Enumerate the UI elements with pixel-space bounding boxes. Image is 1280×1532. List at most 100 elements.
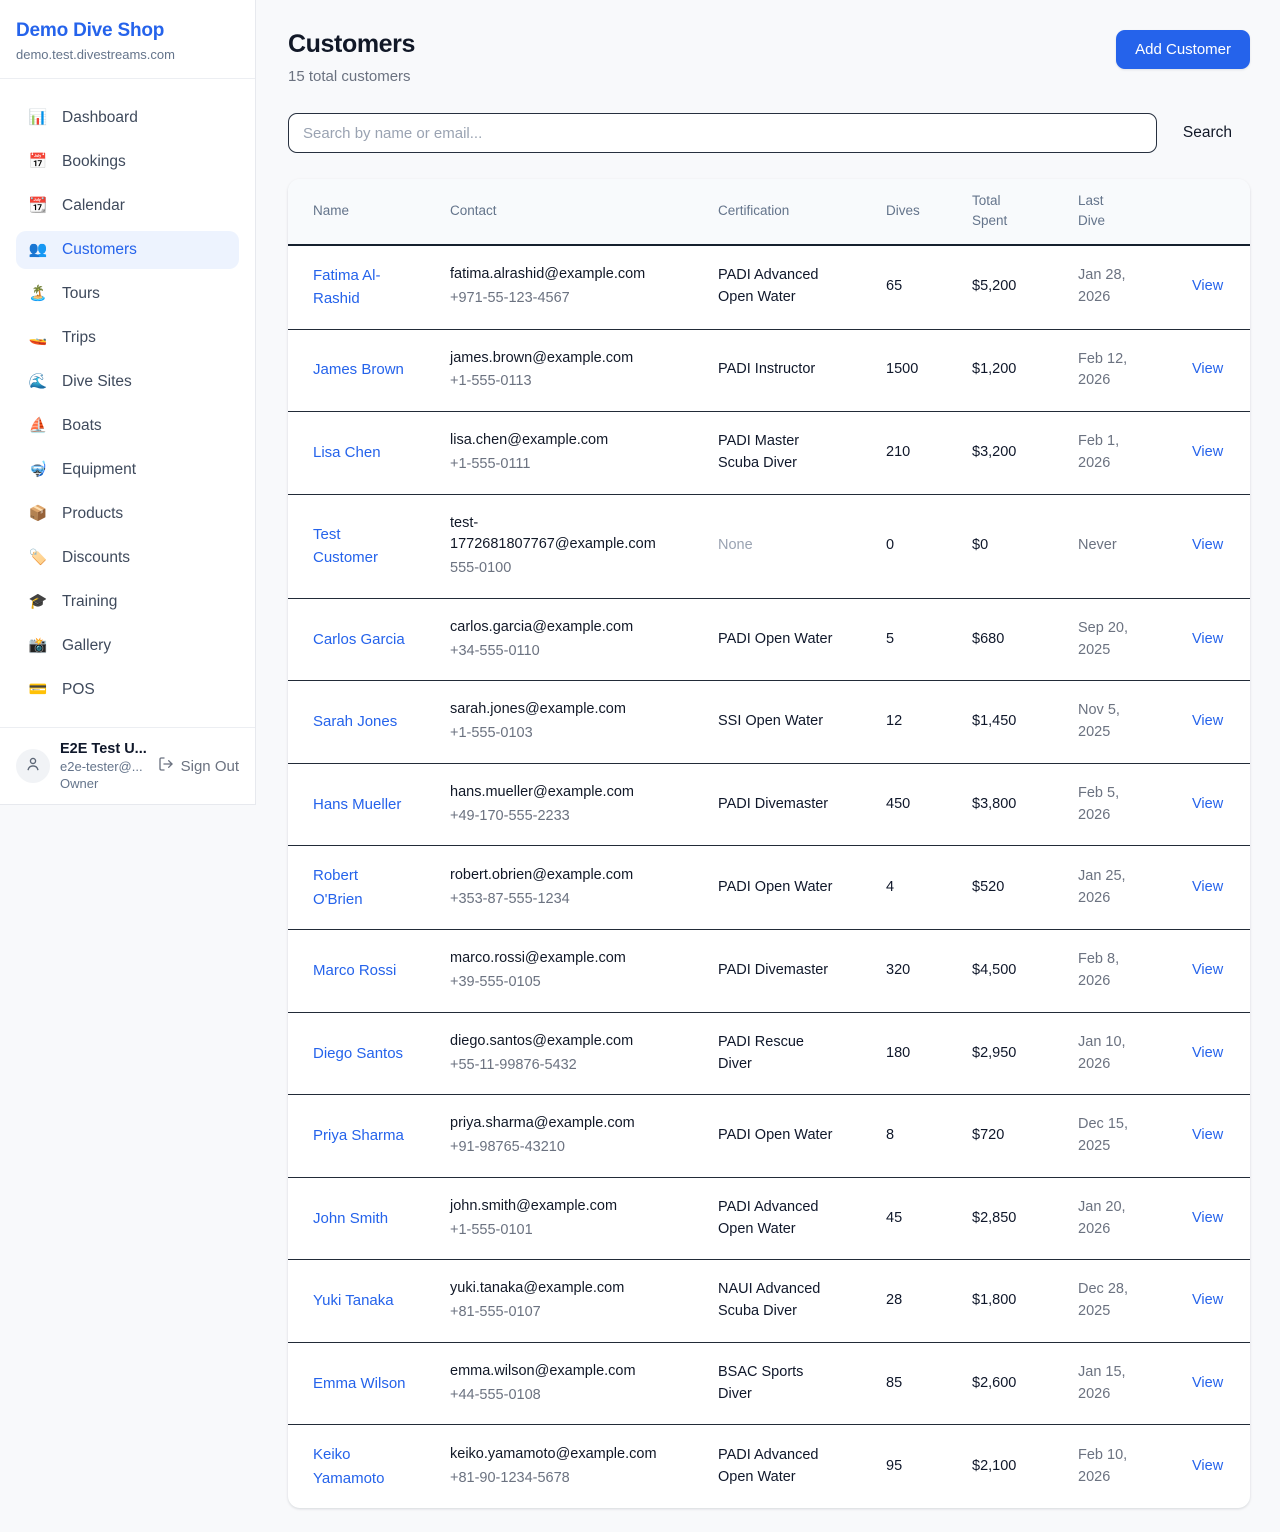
customer-dives: 4 — [874, 846, 960, 930]
customer-phone: +91-98765-43210 — [450, 1137, 694, 1159]
sidebar-item-trips[interactable]: 🚤 Trips — [16, 319, 239, 357]
sidebar-item-calendar[interactable]: 📆 Calendar — [16, 187, 239, 225]
customer-dives: 28 — [874, 1260, 960, 1343]
customer-email: fatima.alrashid@example.com — [450, 264, 645, 286]
search-input[interactable] — [288, 113, 1157, 153]
sign-out-button[interactable]: Sign Out — [158, 756, 239, 776]
column-header-contact: Contact — [438, 179, 706, 245]
customer-email: marco.rossi@example.com — [450, 948, 626, 970]
customer-name-link[interactable]: Keiko Yamamoto — [313, 1443, 409, 1490]
column-header-total-spent: Total Spent — [960, 179, 1066, 245]
wave-icon: 🌊 — [28, 371, 48, 393]
customer-dives: 1500 — [874, 329, 960, 412]
sidebar-item-dashboard[interactable]: 📊 Dashboard — [16, 99, 239, 137]
customer-total-spent: $520 — [960, 846, 1066, 930]
customer-phone: 555-0100 — [450, 558, 694, 580]
view-link[interactable]: View — [1192, 1045, 1223, 1061]
sidebar-item-training[interactable]: 🎓 Training — [16, 583, 239, 621]
table-row: James Brown james.brown@example.com +1-5… — [288, 329, 1250, 412]
customer-name-link[interactable]: Hans Mueller — [313, 793, 401, 816]
customer-phone: +353-87-555-1234 — [450, 889, 694, 911]
table-row: Hans Mueller hans.mueller@example.com +4… — [288, 763, 1250, 846]
column-header-actions — [1164, 179, 1250, 245]
view-link[interactable]: View — [1192, 1292, 1223, 1308]
sidebar-item-equipment[interactable]: 🤿 Equipment — [16, 451, 239, 489]
view-link[interactable]: View — [1192, 631, 1223, 647]
sidebar-item-products[interactable]: 📦 Products — [16, 495, 239, 533]
customer-dives: 210 — [874, 412, 960, 495]
customer-name-link[interactable]: Yuki Tanaka — [313, 1289, 394, 1312]
column-header-name: Name — [288, 179, 438, 245]
customer-last-dive: Sep 20, 2025 — [1066, 598, 1164, 681]
person-icon — [24, 755, 42, 777]
view-link[interactable]: View — [1192, 1458, 1223, 1474]
add-customer-button[interactable]: Add Customer — [1116, 30, 1250, 69]
customer-certification: SSI Open Water — [718, 711, 823, 733]
table-row: Yuki Tanaka yuki.tanaka@example.com +81-… — [288, 1260, 1250, 1343]
sidebar-item-boats[interactable]: ⛵ Boats — [16, 407, 239, 445]
search-button[interactable]: Search — [1157, 124, 1250, 142]
view-link[interactable]: View — [1192, 1210, 1223, 1226]
customer-name-link[interactable]: Test Customer — [313, 523, 409, 570]
customer-total-spent: $5,200 — [960, 245, 1066, 330]
credit-card-icon: 💳 — [28, 679, 48, 701]
customer-phone: +34-555-0110 — [450, 641, 694, 663]
customer-last-dive: Jan 25, 2026 — [1066, 846, 1164, 930]
table-row: Test Customer test-1772681807767@example… — [288, 494, 1250, 598]
table-header-row: Name Contact Certification Dives Total S… — [288, 179, 1250, 245]
customer-certification: PADI Open Water — [718, 877, 832, 899]
customer-name-link[interactable]: Fatima Al-Rashid — [313, 264, 409, 311]
sidebar-item-pos[interactable]: 💳 POS — [16, 671, 239, 709]
customer-name-link[interactable]: Sarah Jones — [313, 710, 397, 733]
sidebar-item-bookings[interactable]: 📅 Bookings — [16, 143, 239, 181]
customer-name-link[interactable]: Diego Santos — [313, 1042, 403, 1065]
table-row: Diego Santos diego.santos@example.com +5… — [288, 1012, 1250, 1095]
customer-phone: +1-555-0101 — [450, 1220, 694, 1242]
customer-last-dive: Feb 12, 2026 — [1066, 329, 1164, 412]
customer-name-link[interactable]: Lisa Chen — [313, 441, 381, 464]
customer-name-link[interactable]: Carlos Garcia — [313, 628, 405, 651]
customer-name-link[interactable]: James Brown — [313, 358, 404, 381]
customer-dives: 95 — [874, 1425, 960, 1509]
sidebar-header: Demo Dive Shop demo.test.divestreams.com — [0, 0, 255, 79]
customer-phone: +44-555-0108 — [450, 1385, 694, 1407]
sidebar-item-tours[interactable]: 🏝️ Tours — [16, 275, 239, 313]
sidebar-item-discounts[interactable]: 🏷️ Discounts — [16, 539, 239, 577]
customer-total-spent: $0 — [960, 494, 1066, 598]
customer-certification: PADI Divemaster — [718, 794, 828, 816]
sidebar-item-gallery[interactable]: 📸 Gallery — [16, 627, 239, 665]
customer-last-dive: Jan 10, 2026 — [1066, 1012, 1164, 1095]
customer-email: james.brown@example.com — [450, 348, 633, 370]
customer-name-link[interactable]: Robert O'Brien — [313, 864, 409, 911]
customer-name-link[interactable]: Marco Rossi — [313, 959, 396, 982]
view-link[interactable]: View — [1192, 713, 1223, 729]
customer-email: lisa.chen@example.com — [450, 430, 608, 452]
view-link[interactable]: View — [1192, 962, 1223, 978]
customer-phone: +1-555-0111 — [450, 454, 694, 476]
customer-total-spent: $1,800 — [960, 1260, 1066, 1343]
view-link[interactable]: View — [1192, 278, 1223, 294]
sidebar-item-customers[interactable]: 👥 Customers — [16, 231, 239, 269]
customer-phone: +49-170-555-2233 — [450, 806, 694, 828]
tag-icon: 🏷️ — [28, 547, 48, 569]
customer-name-link[interactable]: Priya Sharma — [313, 1124, 404, 1147]
view-link[interactable]: View — [1192, 537, 1223, 553]
customers-table: Name Contact Certification Dives Total S… — [288, 179, 1250, 1508]
view-link[interactable]: View — [1192, 796, 1223, 812]
page-header: Customers 15 total customers Add Custome… — [288, 30, 1250, 85]
view-link[interactable]: View — [1192, 879, 1223, 895]
sidebar-item-dive-sites[interactable]: 🌊 Dive Sites — [16, 363, 239, 401]
shop-domain: demo.test.divestreams.com — [16, 47, 239, 62]
view-link[interactable]: View — [1192, 361, 1223, 377]
page-header-text: Customers 15 total customers — [288, 30, 415, 85]
table-row: Emma Wilson emma.wilson@example.com +44-… — [288, 1342, 1250, 1425]
view-link[interactable]: View — [1192, 444, 1223, 460]
customer-dives: 320 — [874, 930, 960, 1013]
customer-last-dive: Nov 5, 2025 — [1066, 681, 1164, 764]
customer-name-link[interactable]: Emma Wilson — [313, 1372, 406, 1395]
view-link[interactable]: View — [1192, 1127, 1223, 1143]
customer-total-spent: $2,100 — [960, 1425, 1066, 1509]
view-link[interactable]: View — [1192, 1375, 1223, 1391]
sign-out-label: Sign Out — [181, 758, 239, 775]
customer-name-link[interactable]: John Smith — [313, 1207, 388, 1230]
